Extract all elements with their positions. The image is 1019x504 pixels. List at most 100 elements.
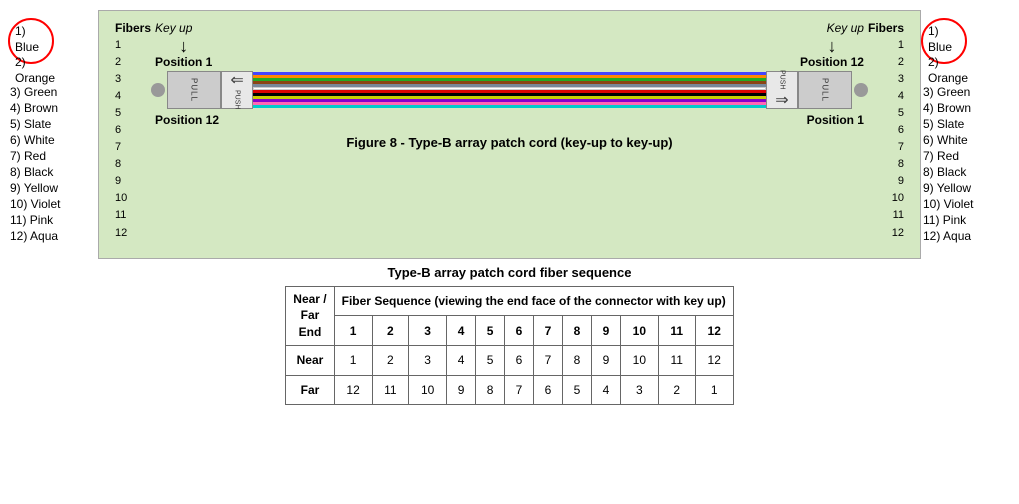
col-header-3: 3 — [409, 316, 447, 346]
right-legend-item-8: 8) Black — [921, 165, 1011, 179]
left-position1-label: Position 1 — [155, 55, 212, 69]
right-legend-item-7: 7) Red — [921, 149, 1011, 163]
right-circle-badge: 1) Blue 2) Orange — [921, 18, 967, 64]
right-push-text: PUSH — [778, 70, 785, 89]
cell-near-0: 1 — [334, 345, 372, 375]
connector-row: PULL ⇐ PUSH PUSH ⇒ PULL — [151, 71, 868, 109]
left-legend-item-3: 3) Green — [8, 85, 98, 99]
right-circle-item1: 1) Blue — [928, 24, 952, 54]
right-fiber-12: 12 — [892, 225, 904, 242]
near-far-header: Near /FarEnd — [286, 286, 334, 345]
left-circle-item2: 2) Orange — [15, 55, 55, 85]
cell-far-1: 11 — [372, 375, 409, 405]
left-fiber-12: 12 — [115, 225, 127, 242]
diagram-center: Key up Key up ↓ Position 1 ↓ Position 12 — [151, 21, 868, 150]
cell-far-11: 1 — [695, 375, 733, 405]
left-pull-text: PULL — [190, 78, 199, 102]
fiber-seq-header: Fiber Sequence (viewing the end face of … — [334, 286, 733, 316]
left-arrow-down: ↓ — [179, 37, 188, 55]
right-push-arrow: ⇒ — [775, 90, 788, 110]
right-keyup-label: Key up — [827, 21, 864, 35]
col-header-7: 7 — [533, 316, 562, 346]
cell-near-10: 11 — [658, 345, 695, 375]
right-fiber-6: 6 — [898, 122, 904, 139]
keyup-row: Key up Key up — [151, 21, 868, 35]
left-fiber-4: 4 — [115, 88, 121, 105]
left-legend-item-6: 6) White — [8, 133, 98, 147]
fiber-sequence-table: Near /FarEnd Fiber Sequence (viewing the… — [285, 286, 733, 392]
col-header-11: 11 — [658, 316, 695, 346]
left-legend: 1) Blue 2) Orange 3) Green 4) Brown 5) S… — [8, 10, 98, 245]
fiber-bundle — [253, 71, 766, 109]
right-legend: 1) Blue 2) Orange 3) Green 4) Brown 5) S… — [921, 10, 1011, 245]
row-label-near: Near — [286, 345, 334, 375]
left-push-arrow: ⇐ — [230, 70, 243, 90]
left-fiber-col: Fibers 1 2 3 4 5 6 7 8 9 10 11 12 — [115, 21, 151, 242]
left-fibers-label: Fibers — [115, 21, 151, 35]
cell-near-7: 8 — [562, 345, 591, 375]
right-fiber-4: 4 — [898, 88, 904, 105]
left-legend-item-4: 4) Brown — [8, 101, 98, 115]
position-labels-row: ↓ Position 1 ↓ Position 12 — [151, 37, 868, 69]
left-keyup-label: Key up — [155, 21, 192, 35]
col-header-4: 4 — [447, 316, 476, 346]
col-header-12: 12 — [695, 316, 733, 346]
right-fiber-2: 2 — [898, 54, 904, 71]
left-fiber-3: 3 — [115, 71, 121, 88]
right-arrow-down: ↓ — [827, 37, 836, 55]
right-legend-item-3: 3) Green — [921, 85, 1011, 99]
fiber-stripe-12 — [253, 105, 766, 108]
row-label-far: Far — [286, 375, 334, 405]
left-legend-item-10: 10) Violet — [8, 197, 98, 211]
left-fiber-2: 2 — [115, 54, 121, 71]
left-connector-pull: PULL — [167, 71, 221, 109]
cell-near-4: 5 — [476, 345, 505, 375]
table-row-near: Near123456789101112 — [286, 345, 733, 375]
cell-near-3: 4 — [447, 345, 476, 375]
cell-far-4: 8 — [476, 375, 505, 405]
left-fiber-8: 8 — [115, 156, 121, 173]
left-fiber-11: 11 — [115, 207, 126, 224]
right-push-box: PUSH ⇒ — [766, 71, 798, 109]
col-header-2: 2 — [372, 316, 409, 346]
col-header-6: 6 — [505, 316, 534, 346]
right-connector-pull: PULL — [798, 71, 852, 109]
cell-far-7: 5 — [562, 375, 591, 405]
table-section: Type-B array patch cord fiber sequence N… — [98, 265, 921, 392]
cell-near-9: 10 — [620, 345, 658, 375]
col-header-1: 1 — [334, 316, 372, 346]
diagram-box: Fibers 1 2 3 4 5 6 7 8 9 10 11 12 Key up… — [98, 10, 921, 259]
right-fiber-1: 1 — [898, 37, 904, 54]
right-fiber-col: Fibers 1 2 3 4 5 6 7 8 9 10 11 12 — [868, 21, 904, 242]
left-pin — [151, 83, 165, 97]
right-fiber-8: 8 — [898, 156, 904, 173]
cell-far-8: 4 — [591, 375, 620, 405]
left-push-box: ⇐ PUSH — [221, 71, 253, 109]
left-legend-item-9: 9) Yellow — [8, 181, 98, 195]
right-legend-item-9: 9) Yellow — [921, 181, 1011, 195]
left-circle-badge: 1) Blue 2) Orange — [8, 18, 54, 64]
cell-far-2: 10 — [409, 375, 447, 405]
right-fiber-3: 3 — [898, 71, 904, 88]
col-header-9: 9 — [591, 316, 620, 346]
table-title: Type-B array patch cord fiber sequence — [388, 265, 632, 280]
right-fiber-5: 5 — [898, 105, 904, 122]
cell-near-6: 7 — [533, 345, 562, 375]
left-legend-item-11: 11) Pink — [8, 213, 98, 227]
cell-far-5: 7 — [505, 375, 534, 405]
cell-far-9: 3 — [620, 375, 658, 405]
left-fiber-10: 10 — [115, 190, 127, 207]
col-header-8: 8 — [562, 316, 591, 346]
right-fiber-11: 11 — [893, 207, 904, 224]
right-position12-label: Position 12 — [800, 55, 864, 69]
right-fiber-10: 10 — [892, 190, 904, 207]
right-pull-text: PULL — [820, 78, 829, 102]
cell-far-10: 2 — [658, 375, 695, 405]
right-legend-item-12: 12) Aqua — [921, 229, 1011, 243]
bottom-position-row: Position 12 Position 1 — [151, 113, 868, 127]
right-fiber-7: 7 — [898, 139, 904, 156]
left-position12-label: Position 12 — [155, 113, 219, 127]
figure-caption: Figure 8 - Type-B array patch cord (key-… — [346, 135, 672, 150]
right-legend-item-6: 6) White — [921, 133, 1011, 147]
cell-near-1: 2 — [372, 345, 409, 375]
